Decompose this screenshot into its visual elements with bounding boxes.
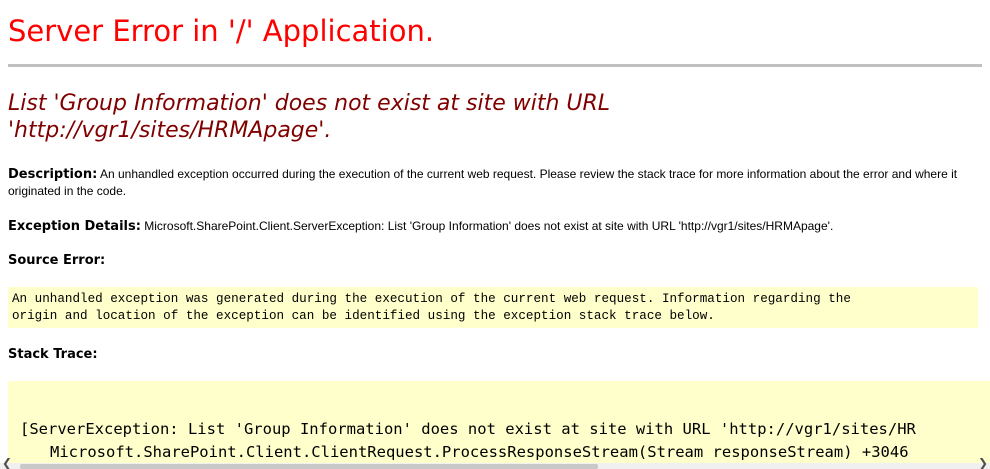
source-error-box: An unhandled exception was generated dur… — [8, 287, 978, 328]
description-label: Description: — [8, 167, 98, 182]
chevron-left-icon[interactable]: ❮ — [0, 457, 14, 469]
chevron-right-icon[interactable]: ❯ — [976, 457, 990, 469]
stack-trace-line: [ServerException: List 'Group Informatio… — [20, 420, 916, 438]
stack-trace-line: Microsoft.SharePoint.Client.ClientReques… — [50, 443, 909, 461]
stack-trace-label: Stack Trace: — [8, 347, 98, 362]
exception-details-text: Microsoft.SharePoint.Client.ServerExcept… — [140, 219, 834, 233]
page-title: Server Error in '/' Application. — [8, 14, 435, 48]
exception-details-label: Exception Details: — [8, 219, 141, 234]
stack-trace-box[interactable]: [ServerException: List 'Group Informatio… — [8, 381, 990, 469]
error-page: Server Error in '/' Application. List 'G… — [0, 0, 990, 469]
description-text: An unhandled exception occurred during t… — [8, 167, 958, 198]
divider — [8, 64, 982, 67]
description-section: Description: An unhandled exception occu… — [8, 166, 980, 199]
error-message: List 'Group Information' does not exist … — [8, 91, 611, 143]
scrollbar-thumb[interactable] — [20, 464, 598, 469]
source-error-label: Source Error: — [8, 253, 106, 268]
exception-details-section: Exception Details: Microsoft.SharePoint.… — [8, 218, 983, 235]
